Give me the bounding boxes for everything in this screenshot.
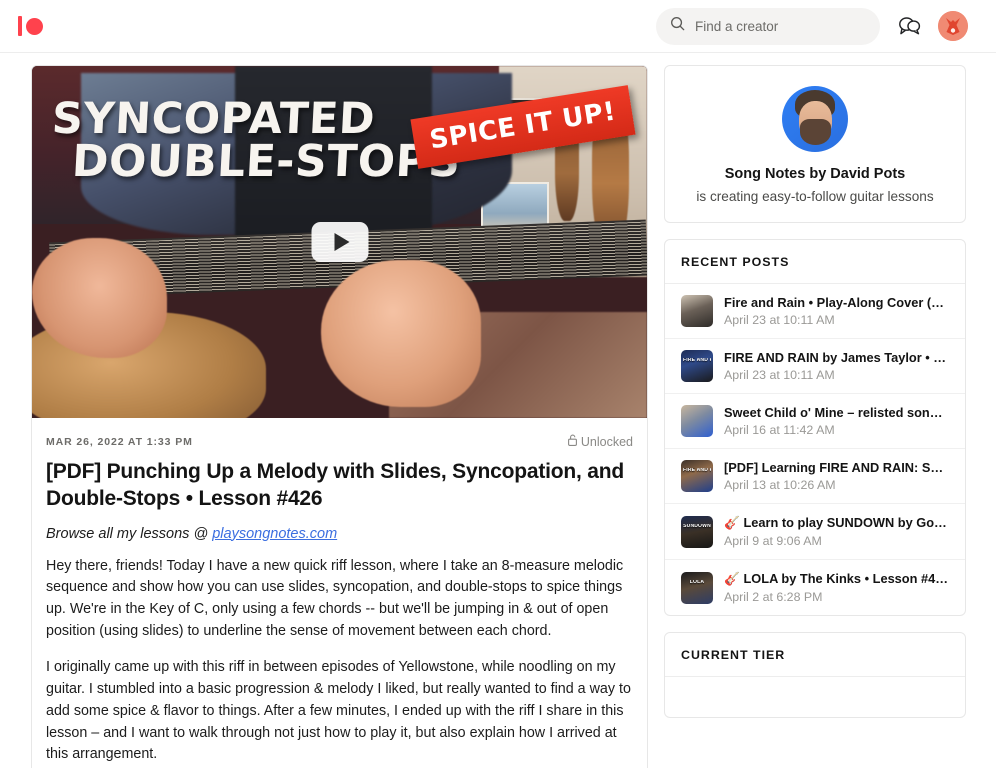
current-tier-heading: CURRENT TIER (665, 633, 965, 677)
post-row-date: April 23 at 10:11 AM (724, 313, 835, 327)
post-meta-row: MAR 26, 2022 AT 1:33 PM Unlocked (46, 434, 633, 449)
unlocked-padlock-icon (567, 434, 577, 449)
post-subtitle: Browse all my lessons @ playsongnotes.co… (46, 526, 633, 542)
thumbnail-label: LOLA (689, 579, 705, 585)
post-row-title: Fire and Rain • Play-Along Cover (wit… (724, 295, 949, 310)
post-body: MAR 26, 2022 AT 1:33 PM Unlocked [PDF] P… (32, 418, 647, 768)
creator-name: Song Notes by David Pots (724, 166, 906, 182)
post-card: SYNCOPATED DOUBLE-STOPS SPICE IT UP! MAR… (31, 65, 648, 768)
thumbnail-label: SUNDOWN (683, 523, 711, 529)
post-thumbnail: LOLA (681, 571, 713, 604)
video-player[interactable]: SYNCOPATED DOUBLE-STOPS SPICE IT UP! (32, 66, 647, 418)
sidebar: Song Notes by David Pots is creating eas… (664, 65, 966, 718)
patreon-logo-bar (18, 16, 22, 36)
patreon-logo[interactable] (18, 16, 43, 36)
chat-bubbles-icon[interactable] (896, 13, 922, 39)
post-row-title: Sweet Child o' Mine – relisted song s… (724, 405, 949, 420)
header-actions (656, 7, 980, 45)
patreon-logo-dot (26, 17, 43, 35)
unlocked-label: Unlocked (580, 434, 633, 449)
post-thumbnail: FIRE AND RAIN (681, 350, 713, 382)
search-box[interactable] (656, 7, 880, 45)
status-badge: Unlocked (567, 434, 633, 449)
post-thumbnail (681, 295, 713, 327)
playsongnotes-link[interactable]: playsongnotes.com (212, 526, 337, 542)
list-item[interactable]: FIRE AND RAIN FIRE AND RAIN by James Tay… (665, 339, 965, 394)
user-avatar[interactable] (938, 11, 968, 41)
list-item[interactable]: FIRE AND RAIN [PDF] Learning FIRE AND RA… (665, 449, 965, 504)
top-header (0, 0, 996, 53)
list-item[interactable]: LOLA 🎸 LOLA by The Kinks • Lesson #427 A… (665, 560, 965, 615)
post-row-date: April 16 at 11:42 AM (724, 423, 835, 437)
list-item[interactable]: Fire and Rain • Play-Along Cover (wit… A… (665, 284, 965, 339)
post-row-title: 🎸 Learn to play SUNDOWN by Gord… (724, 515, 949, 530)
post-thumbnail: SUNDOWN (681, 515, 713, 548)
post-row-title: 🎸 LOLA by The Kinks • Lesson #427 (724, 571, 949, 586)
recent-posts-card: RECENT POSTS Fire and Rain • Play-Along … (664, 239, 966, 616)
post-row-title: FIRE AND RAIN by James Taylor • Fu… (724, 350, 949, 365)
thumbnail-label: FIRE AND RAIN (683, 358, 711, 363)
post-row-date: April 23 at 10:11 AM (724, 368, 835, 382)
search-icon (670, 16, 685, 36)
post-title: [PDF] Punching Up a Melody with Slides, … (46, 460, 624, 511)
post-paragraph-2: I originally came up with this riff in b… (46, 659, 631, 763)
list-item[interactable]: Sweet Child o' Mine – relisted song s… A… (665, 394, 965, 449)
post-subtitle-text: Browse all my lessons @ (46, 525, 213, 542)
post-row-date: April 2 at 6:28 PM (724, 590, 823, 604)
recent-posts-heading: RECENT POSTS (665, 240, 965, 284)
creator-avatar[interactable] (782, 86, 848, 152)
creator-tagline: is creating easy-to-follow guitar lesson… (696, 189, 934, 204)
post-thumbnail (681, 405, 713, 437)
video-title-line2: DOUBLE-STOPS (70, 136, 462, 187)
creator-card: Song Notes by David Pots is creating eas… (664, 65, 966, 223)
post-row-date: April 13 at 10:26 AM (724, 478, 836, 492)
play-button-icon[interactable] (311, 222, 368, 262)
page-body: SYNCOPATED DOUBLE-STOPS SPICE IT UP! MAR… (0, 53, 996, 768)
thumbnail-label: FIRE AND RAIN (683, 468, 711, 473)
list-item[interactable]: SUNDOWN 🎸 Learn to play SUNDOWN by Gord…… (665, 504, 965, 560)
main-column: SYNCOPATED DOUBLE-STOPS SPICE IT UP! MAR… (31, 65, 648, 768)
post-thumbnail: FIRE AND RAIN (681, 460, 713, 492)
post-date: MAR 26, 2022 AT 1:33 PM (46, 435, 193, 448)
search-input[interactable] (695, 18, 866, 34)
post-row-date: April 9 at 9:06 AM (724, 534, 822, 548)
current-tier-card: CURRENT TIER (664, 632, 966, 718)
post-row-title: [PDF] Learning FIRE AND RAIN: Sug… (724, 460, 949, 475)
post-paragraph-1: Hey there, friends! Today I have a new q… (46, 557, 624, 639)
